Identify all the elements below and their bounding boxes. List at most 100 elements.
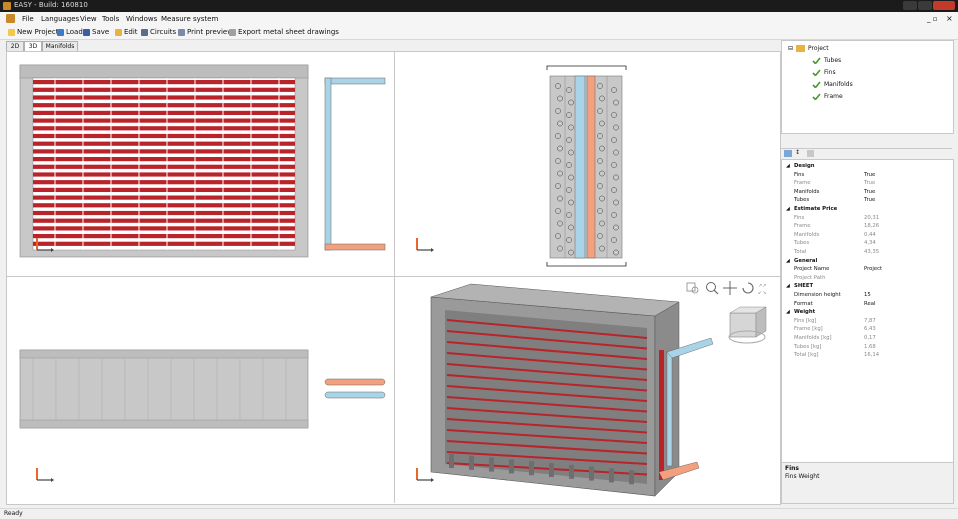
- property-row[interactable]: Total 43,35: [782, 248, 953, 256]
- pencil-icon: [796, 45, 806, 52]
- property-row[interactable]: Fins [kg] 7,87: [782, 317, 953, 325]
- minimize-button[interactable]: [903, 1, 917, 10]
- print-preview-button[interactable]: Print preview: [178, 28, 233, 36]
- property-key: Fins: [794, 214, 805, 221]
- property-value: 6,43: [864, 326, 876, 333]
- property-category[interactable]: ◢ Weight: [782, 308, 953, 316]
- mdi-restore-icon[interactable]: _ ▫: [927, 15, 937, 23]
- property-value: 0,17: [864, 335, 876, 341]
- property-row[interactable]: Fins True: [782, 171, 953, 179]
- expand-icon[interactable]: ◢: [786, 162, 790, 170]
- menu-view[interactable]: View: [80, 15, 97, 23]
- tube-line: [33, 218, 295, 223]
- property-row[interactable]: Frame True: [782, 179, 953, 187]
- property-row[interactable]: Project Name Project: [782, 265, 953, 273]
- pan-icon[interactable]: [723, 281, 737, 295]
- zoom-icon[interactable]: [706, 282, 719, 295]
- tree-item-frame[interactable]: Frame: [812, 93, 843, 100]
- category-label: Weight: [794, 309, 816, 316]
- app-menu-icon[interactable]: [6, 14, 15, 23]
- property-category[interactable]: ◢ Design: [782, 162, 953, 170]
- property-row[interactable]: Manifolds True: [782, 188, 953, 196]
- load-button[interactable]: Load: [57, 28, 83, 36]
- property-description: Fins Fins Weight: [781, 462, 954, 504]
- menu-languages[interactable]: Languages: [41, 15, 79, 23]
- save-button[interactable]: Save: [83, 28, 109, 36]
- menu-tools[interactable]: Tools: [102, 15, 119, 23]
- expand-icon[interactable]: ◢: [786, 282, 790, 290]
- menu-file[interactable]: File: [22, 15, 34, 23]
- maximize-button[interactable]: [918, 1, 932, 10]
- side-view: [416, 65, 627, 267]
- export-button[interactable]: Export metal sheet drawings: [229, 28, 339, 36]
- property-row[interactable]: Tubes True: [782, 196, 953, 204]
- property-row[interactable]: Format Real: [782, 300, 953, 308]
- property-category[interactable]: ◢ SHEET: [782, 282, 953, 290]
- tube-line: [33, 126, 295, 131]
- tube-line: [33, 87, 295, 92]
- expand-icon[interactable]: ◢: [786, 257, 790, 265]
- property-category[interactable]: ◢ General: [782, 257, 953, 265]
- property-row[interactable]: Frame [kg] 6,43: [782, 325, 953, 333]
- status-bar: Ready: [0, 508, 958, 519]
- right-panel: ⊟ Project Tubes Fins Manifolds Frame ↕ ◢…: [781, 40, 954, 504]
- category-label: Estimate Price: [794, 206, 838, 212]
- property-row[interactable]: Project Path: [782, 274, 953, 282]
- property-row[interactable]: Tubes 4,34: [782, 239, 953, 247]
- tree-item-manifolds[interactable]: Manifolds: [812, 81, 853, 88]
- property-row[interactable]: Frame 18,26: [782, 222, 953, 230]
- menu-measure-system[interactable]: Measure system: [161, 15, 218, 23]
- property-row[interactable]: Tubes [kg] 1,68: [782, 343, 953, 351]
- expand-icon[interactable]: ◢: [786, 308, 790, 316]
- tube-line: [33, 226, 295, 231]
- tube-line: [33, 164, 295, 169]
- property-key: Project Name: [794, 266, 830, 273]
- category-label: SHEET: [794, 283, 814, 290]
- property-pages-icon[interactable]: [807, 150, 814, 157]
- menu-windows[interactable]: Windows: [126, 15, 157, 23]
- description-title: Fins: [785, 465, 799, 472]
- mdi-close-icon[interactable]: ×: [946, 14, 953, 23]
- rotate-icon[interactable]: [742, 282, 754, 294]
- property-category[interactable]: ◢ Estimate Price: [782, 205, 953, 213]
- top-view: [19, 349, 386, 482]
- property-value: 7,87: [864, 317, 876, 324]
- tree-item-fins[interactable]: Fins: [812, 69, 836, 76]
- check-icon: [812, 57, 821, 64]
- tube-line: [33, 110, 295, 115]
- tree-item-project[interactable]: ⊟ Project: [788, 45, 829, 52]
- property-row[interactable]: Manifolds 0,44: [782, 231, 953, 239]
- property-value: Real: [864, 300, 876, 307]
- zoom-window-icon[interactable]: [686, 282, 699, 294]
- alphabetical-icon[interactable]: ↕: [795, 149, 800, 156]
- tube-line: [33, 187, 295, 192]
- property-key: Frame [kg]: [794, 326, 823, 333]
- edit-button[interactable]: Edit: [115, 28, 138, 36]
- circuits-button[interactable]: Circuits: [141, 28, 176, 36]
- expand-icon[interactable]: ◢: [786, 205, 790, 213]
- tube-line: [33, 95, 295, 100]
- property-row[interactable]: Fins 20,31: [782, 214, 953, 222]
- isometric-view: [416, 283, 767, 497]
- collapse-icon[interactable]: ⊟: [788, 45, 793, 52]
- new-project-icon: [8, 28, 15, 36]
- tube-line: [33, 118, 295, 123]
- new-project-button[interactable]: New Project: [8, 28, 58, 36]
- property-value: True: [864, 197, 876, 204]
- frame-rib: [589, 466, 594, 481]
- tube-line: [33, 195, 295, 200]
- categorized-icon[interactable]: [784, 150, 792, 157]
- property-value: Project: [864, 266, 883, 273]
- property-row[interactable]: Manifolds [kg] 0,17: [782, 334, 953, 342]
- category-label: Design: [794, 163, 815, 169]
- close-button[interactable]: [933, 1, 955, 10]
- fit-icon[interactable]: ↗↗↙↘: [758, 283, 766, 296]
- tube-line: [33, 234, 295, 239]
- tube-line: [33, 172, 295, 177]
- property-key: Fins: [794, 171, 805, 178]
- tree-item-tubes[interactable]: Tubes: [812, 57, 841, 64]
- view-cube-icon[interactable]: [728, 306, 767, 344]
- property-row[interactable]: Dimension height 15: [782, 291, 953, 299]
- property-row[interactable]: Total [kg] 16,14: [782, 351, 953, 359]
- window-title: EASY - Build: 160810: [14, 1, 88, 9]
